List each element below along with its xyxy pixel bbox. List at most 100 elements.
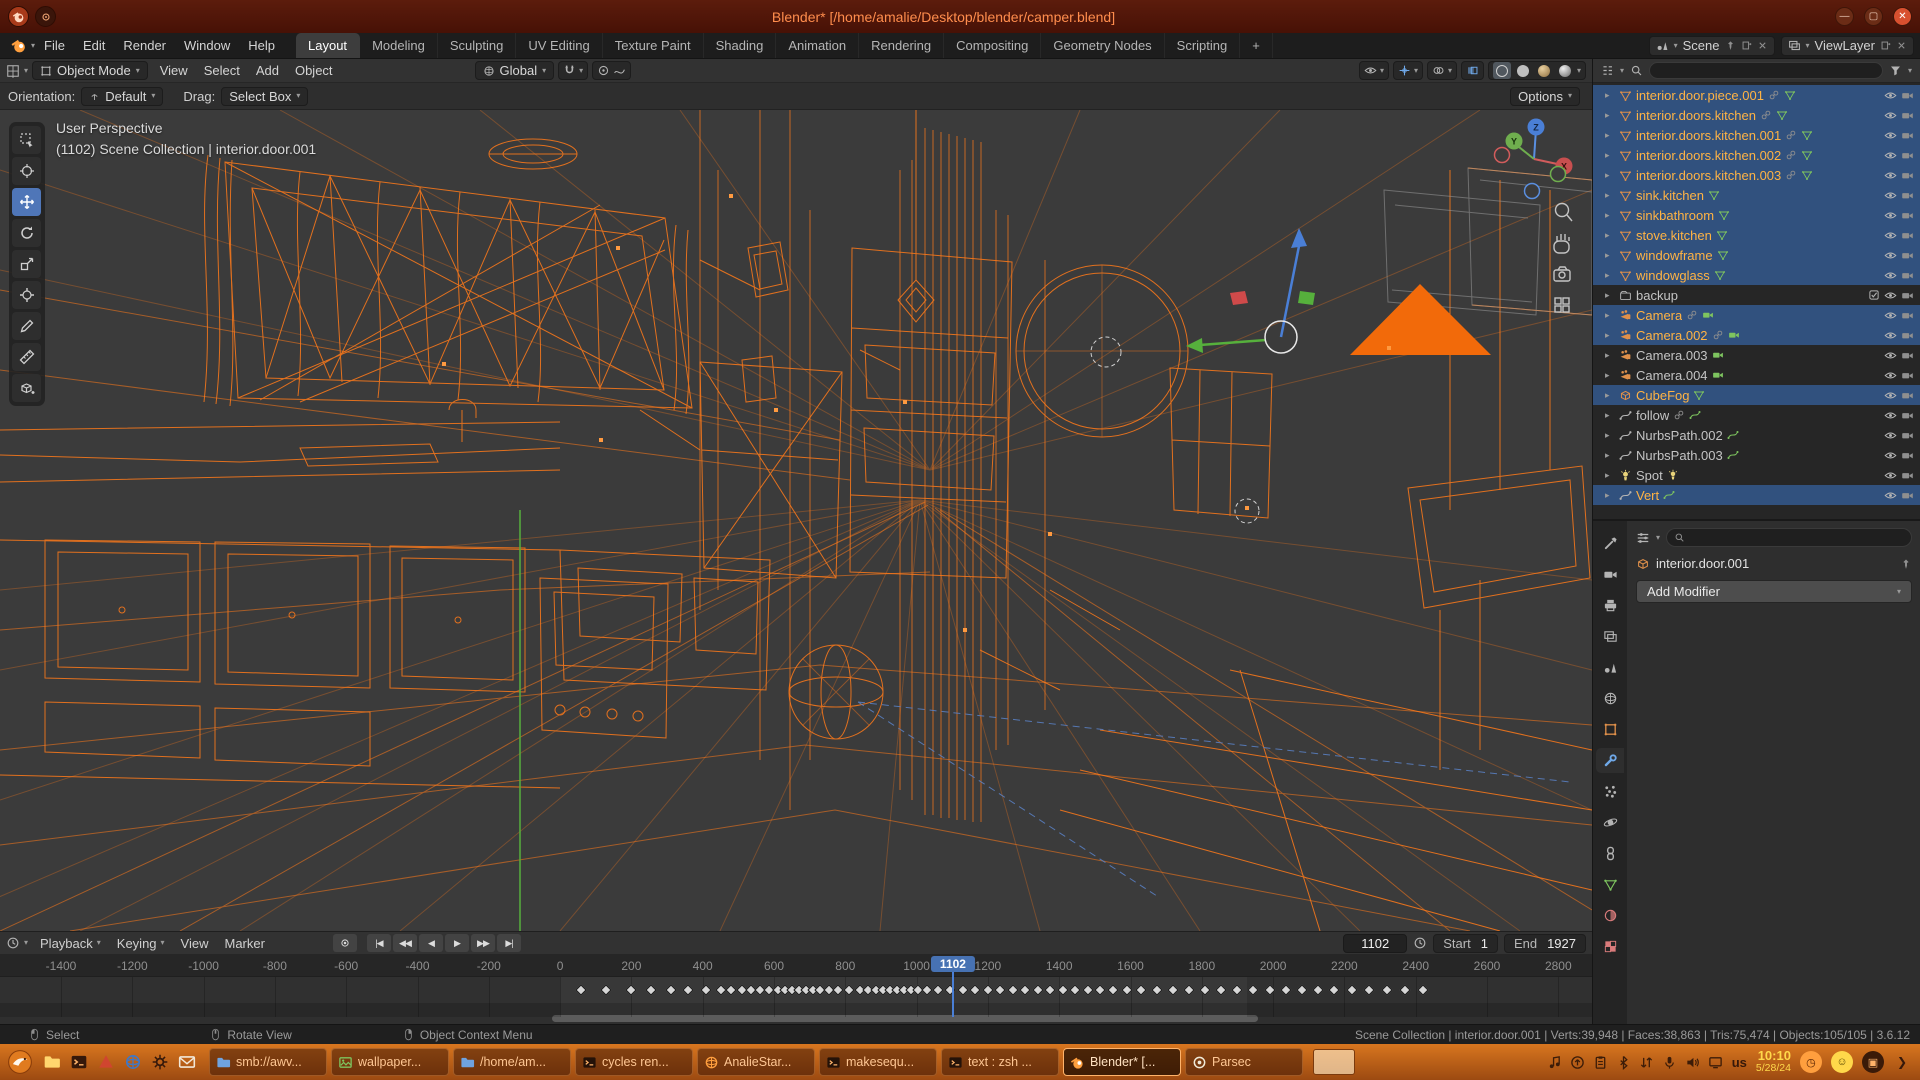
taskbar-window-text-zsh[interactable]: text : zsh ... xyxy=(941,1048,1059,1076)
expand-icon[interactable]: ▸ xyxy=(1605,210,1615,221)
play-button[interactable]: ▶ xyxy=(445,934,469,952)
hide-in-viewport-icon[interactable] xyxy=(1884,129,1897,142)
tray-mic-icon[interactable] xyxy=(1662,1055,1677,1070)
outliner-row-vert[interactable]: ▸Vert xyxy=(1593,485,1920,505)
taskbar-window-parsec[interactable]: Parsec xyxy=(1185,1048,1303,1076)
drag-dropdown[interactable]: Select Box ▾ xyxy=(221,87,308,106)
timeline-menu-view[interactable]: View xyxy=(173,936,217,951)
menu-window[interactable]: Window xyxy=(175,33,239,58)
outliner-search-input[interactable] xyxy=(1649,62,1883,79)
current-frame-field[interactable]: 1102 xyxy=(1343,934,1407,953)
disable-in-renders-icon[interactable] xyxy=(1901,429,1914,442)
outliner-row-sink-kitchen[interactable]: ▸sink.kitchen xyxy=(1593,185,1920,205)
viewport-menu-select[interactable]: Select xyxy=(196,63,248,78)
tool-addcube-button[interactable] xyxy=(12,374,41,402)
blender-logo-icon[interactable] xyxy=(6,37,31,54)
tool-annotate-button[interactable] xyxy=(12,312,41,340)
tray-volume-icon[interactable] xyxy=(1685,1055,1700,1070)
snap-group[interactable]: ▾ xyxy=(558,61,588,80)
disable-in-renders-icon[interactable] xyxy=(1901,169,1914,182)
axis-z-negative-ball[interactable] xyxy=(1525,184,1540,199)
expand-icon[interactable]: ▸ xyxy=(1605,90,1615,101)
hide-in-viewport-icon[interactable] xyxy=(1884,409,1897,422)
launcher-mail[interactable] xyxy=(174,1050,199,1075)
expand-icon[interactable]: ▸ xyxy=(1605,490,1615,501)
outliner-row-interior-doors-kitchen[interactable]: ▸interior.doors.kitchen xyxy=(1593,105,1920,125)
workspace-tab-modeling[interactable]: Modeling xyxy=(360,33,438,58)
outliner-row-camera[interactable]: ▸Camera xyxy=(1593,305,1920,325)
outliner-row-sinkbathroom[interactable]: ▸sinkbathroom xyxy=(1593,205,1920,225)
timeline-menu-marker[interactable]: Marker xyxy=(217,936,273,951)
properties-tab-object-data[interactable] xyxy=(1596,872,1624,897)
launcher-terminal[interactable] xyxy=(66,1050,91,1075)
minimize-button[interactable]: — xyxy=(1835,7,1854,26)
expand-icon[interactable]: ▸ xyxy=(1605,390,1615,401)
outliner-row-follow[interactable]: ▸follow xyxy=(1593,405,1920,425)
workspace-tab-texture-paint[interactable]: Texture Paint xyxy=(603,33,704,58)
x-plane-handle-icon[interactable] xyxy=(1230,291,1248,305)
hide-in-viewport-icon[interactable] xyxy=(1884,109,1897,122)
panel-hide-arrow-icon[interactable]: ❯ xyxy=(1893,1055,1911,1069)
outliner-filter-icon[interactable] xyxy=(1889,64,1902,77)
disable-in-renders-icon[interactable] xyxy=(1901,369,1914,382)
expand-icon[interactable]: ▸ xyxy=(1605,410,1615,421)
expand-icon[interactable]: ▸ xyxy=(1605,450,1615,461)
properties-tab-render[interactable] xyxy=(1596,562,1624,587)
proportional-edit-group[interactable] xyxy=(592,61,631,80)
tool-measure-button[interactable] xyxy=(12,343,41,371)
tray-display-icon[interactable] xyxy=(1708,1055,1723,1070)
outliner-row-interior-doors-kitchen-002[interactable]: ▸interior.doors.kitchen.002 xyxy=(1593,145,1920,165)
workspace-tab-uv-editing[interactable]: UV Editing xyxy=(516,33,602,58)
shading-mode-group[interactable]: ▾ xyxy=(1488,61,1586,80)
timeline-body[interactable]: -1400-1200-1000-800-600-400-200020040060… xyxy=(0,955,1592,1025)
properties-editor-icon[interactable] xyxy=(1636,531,1650,545)
mode-dropdown[interactable]: Object Mode ▾ xyxy=(32,61,148,80)
frame-clock-icon[interactable] xyxy=(1413,936,1427,950)
menu-file[interactable]: File xyxy=(35,33,74,58)
expand-icon[interactable]: ▸ xyxy=(1605,130,1615,141)
close-button[interactable]: ✕ xyxy=(1893,7,1912,26)
tool-cursor-button[interactable] xyxy=(12,157,41,185)
properties-tab-tool[interactable] xyxy=(1596,531,1624,556)
keyboard-layout-indicator[interactable]: us xyxy=(1732,1055,1747,1070)
tool-rotate-button[interactable] xyxy=(12,219,41,247)
workspace-tab-layout[interactable]: Layout xyxy=(296,33,360,58)
visibility-group[interactable]: ▾ xyxy=(1359,61,1389,80)
expand-icon[interactable]: ▸ xyxy=(1605,290,1615,301)
axis-x-negative-ball[interactable] xyxy=(1495,148,1510,163)
expand-icon[interactable]: ▸ xyxy=(1605,330,1615,341)
hide-in-viewport-icon[interactable] xyxy=(1884,369,1897,382)
hide-in-viewport-icon[interactable] xyxy=(1884,269,1897,282)
expand-icon[interactable]: ▸ xyxy=(1605,370,1615,381)
timeline-editor-icon[interactable] xyxy=(6,936,20,950)
taskbar-window-wallpaper[interactable]: wallpaper... xyxy=(331,1048,449,1076)
disable-in-renders-icon[interactable] xyxy=(1901,189,1914,202)
scene-pin-icon[interactable] xyxy=(1725,40,1736,51)
app-icon[interactable] xyxy=(8,6,29,27)
pin-icon[interactable] xyxy=(1900,558,1912,570)
hide-in-viewport-icon[interactable] xyxy=(1884,469,1897,482)
outliner-row-nurbspath-002[interactable]: ▸NurbsPath.002 xyxy=(1593,425,1920,445)
scene-selector[interactable]: ▾ Scene xyxy=(1649,36,1775,56)
expand-icon[interactable]: ▸ xyxy=(1605,110,1615,121)
properties-tab-material[interactable] xyxy=(1596,903,1624,928)
launcher-cone[interactable] xyxy=(93,1050,118,1075)
disable-in-renders-icon[interactable] xyxy=(1901,489,1914,502)
taskbar-window-blender[interactable]: Blender* [... xyxy=(1063,1048,1181,1076)
maximize-button[interactable]: ▢ xyxy=(1864,7,1883,26)
disable-in-renders-icon[interactable] xyxy=(1901,309,1914,322)
jump-prev-keyframe-button[interactable]: ◀◀ xyxy=(393,934,417,952)
properties-tab-constraints[interactable] xyxy=(1596,841,1624,866)
disable-in-renders-icon[interactable] xyxy=(1901,109,1914,122)
shading-wireframe-button[interactable] xyxy=(1493,62,1511,79)
window-menu-icon[interactable] xyxy=(35,6,56,27)
hide-in-viewport-icon[interactable] xyxy=(1884,249,1897,262)
view-layer-new-icon[interactable] xyxy=(1880,40,1891,51)
clock[interactable]: 10:10 5/28/24 xyxy=(1756,1049,1791,1075)
properties-editor-chevron-icon[interactable]: ▾ xyxy=(1656,534,1660,542)
expand-icon[interactable]: ▸ xyxy=(1605,250,1615,261)
shading-rendered-button[interactable] xyxy=(1556,62,1574,79)
outliner-row-stove-kitchen[interactable]: ▸stove.kitchen xyxy=(1593,225,1920,245)
tray-note-icon[interactable] xyxy=(1547,1055,1562,1070)
hide-in-viewport-icon[interactable] xyxy=(1884,349,1897,362)
